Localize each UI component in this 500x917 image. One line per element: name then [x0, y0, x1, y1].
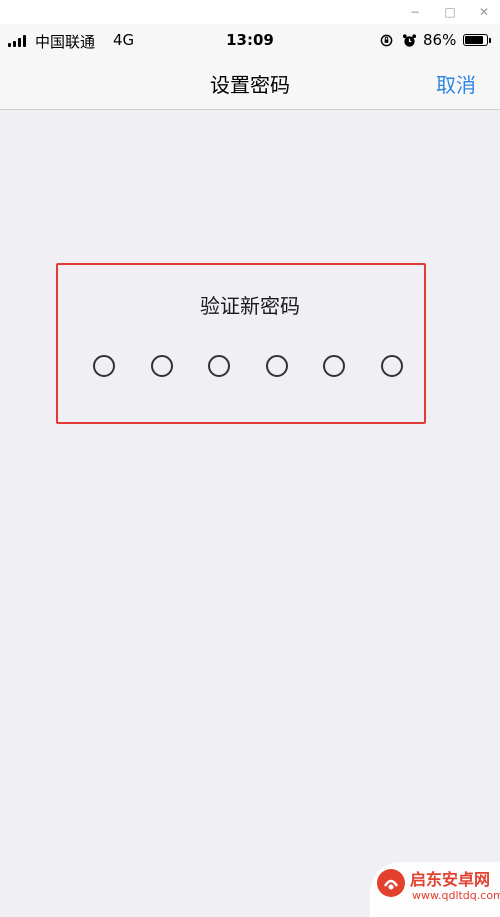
minimize-icon[interactable]: −: [405, 2, 425, 22]
battery-icon: [463, 34, 488, 46]
battery-fill: [465, 36, 483, 44]
status-bar: 中国联通 4G 13:09 86%: [0, 24, 500, 56]
passcode-dot: [93, 355, 115, 377]
watermark-logo-icon: [377, 869, 405, 897]
close-icon[interactable]: ✕: [474, 2, 494, 22]
window-title-bar: − □ ✕: [0, 0, 500, 24]
passcode-dots[interactable]: [93, 355, 413, 381]
passcode-dot: [208, 355, 230, 377]
page-title: 设置密码: [210, 73, 290, 97]
status-icons: 86%: [380, 31, 495, 51]
passcode-dot: [381, 355, 403, 377]
alarm-icon: [402, 34, 417, 47]
passcode-dot: [266, 355, 288, 377]
cancel-button[interactable]: 取消: [436, 69, 476, 98]
watermark: 启东安卓网 www.qdltdq.com: [370, 862, 500, 917]
maximize-icon[interactable]: □: [440, 2, 460, 22]
highlight-annotation: [56, 263, 426, 424]
battery-tip: [489, 38, 491, 43]
passcode-dot: [151, 355, 173, 377]
battery-percent: 86%: [423, 31, 457, 49]
passcode-screen: 验证新密码: [0, 110, 500, 917]
passcode-dot: [323, 355, 345, 377]
passcode-prompt: 验证新密码: [200, 294, 300, 318]
watermark-name: 启东安卓网: [410, 870, 491, 889]
navigation-bar: 设置密码 取消: [0, 56, 500, 110]
watermark-url: www.qdltdq.com: [412, 889, 500, 902]
orientation-lock-icon: [380, 34, 393, 47]
